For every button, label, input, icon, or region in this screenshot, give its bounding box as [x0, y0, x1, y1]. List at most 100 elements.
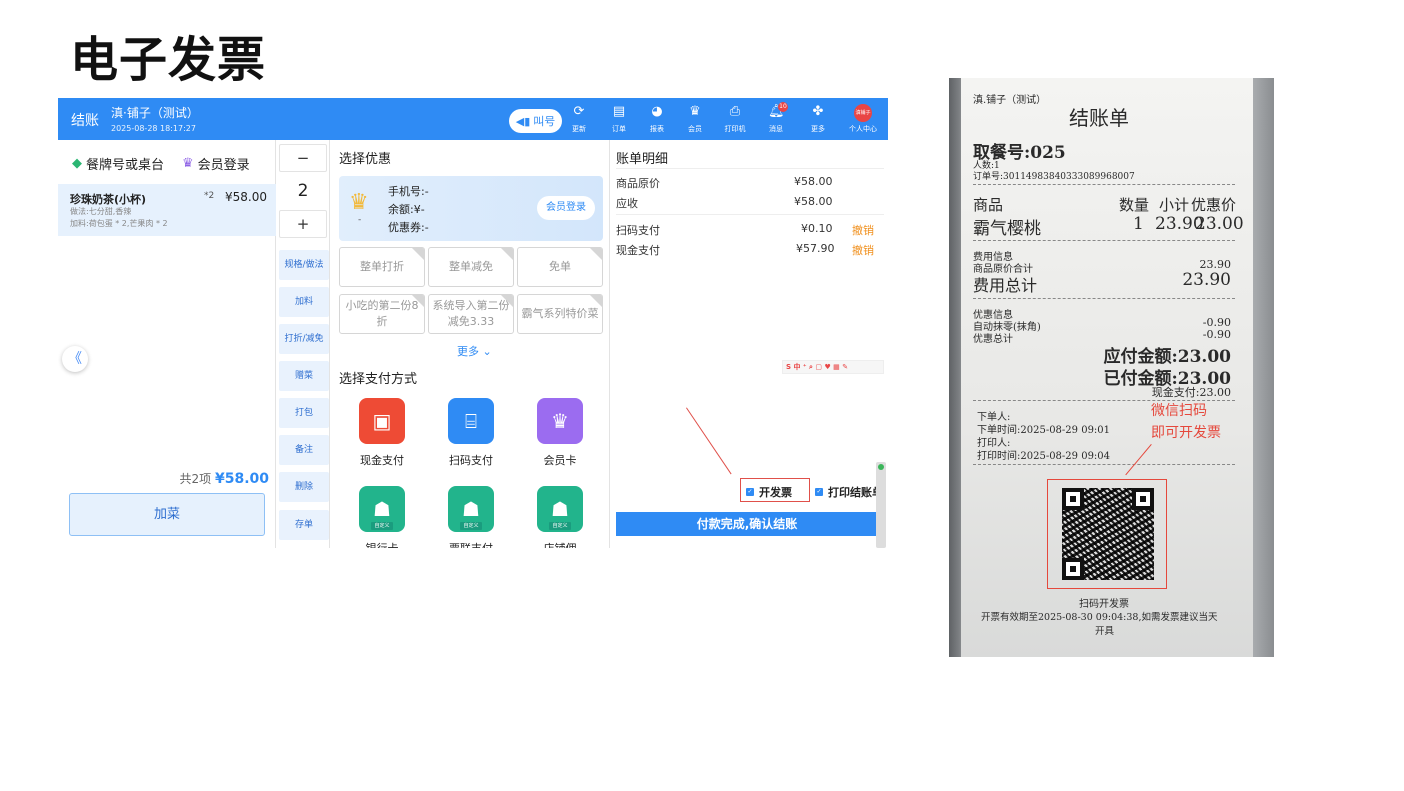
- member-balance: 余额:¥-: [388, 203, 425, 216]
- bill-panel: 账单明细 商品原价 ¥58.00 应收 ¥58.00 扫码支付 ¥0.10 撤销…: [610, 140, 888, 548]
- more-promo-link[interactable]: 更多 ⌄: [457, 343, 492, 359]
- addon-button[interactable]: 加料: [279, 287, 329, 317]
- bill-row-payment: 现金支付 ¥57.90 撤销: [616, 242, 876, 258]
- bill-value: ¥0.10: [801, 222, 833, 235]
- annotation-arrow: [686, 407, 732, 475]
- header-printer-button[interactable]: ⎙ 打印机: [720, 104, 750, 136]
- header-member-button[interactable]: ♛ 会员: [680, 104, 710, 136]
- header-order-button[interactable]: ▤ 订单: [604, 104, 634, 136]
- call-number-button[interactable]: ◀▮ 叫号: [509, 109, 562, 133]
- collapse-icon[interactable]: 《: [62, 346, 88, 372]
- pay-cash-button[interactable]: ▣ 现金支付: [347, 398, 417, 468]
- custom-tag: 自定义: [371, 522, 393, 530]
- bill-row-original: 商品原价 ¥58.00: [616, 175, 876, 191]
- crown-icon: ♛: [537, 398, 583, 444]
- header-report-button[interactable]: ◕ 报表: [642, 104, 672, 136]
- divider: [973, 240, 1235, 241]
- pos-header: 结账 滇·铺子（测试） 2025-08-28 18:17:27 ◀▮ 叫号 ⟳ …: [58, 98, 888, 140]
- spec-button[interactable]: 规格/做法: [279, 250, 329, 280]
- pack-button[interactable]: 打包: [279, 398, 329, 428]
- pay-label: 银行卡: [347, 540, 417, 548]
- bill-row-receivable: 应收 ¥58.00: [616, 195, 876, 211]
- item-addons: 加料:荷包蛋 * 2,芒果肉 * 2: [70, 219, 168, 228]
- speaker-icon: ◀▮: [515, 114, 531, 128]
- header-more-button[interactable]: ✤ 更多: [803, 104, 833, 136]
- add-dish-button[interactable]: 加菜: [69, 493, 265, 536]
- ime-toolbar[interactable]: S 中 ⁺ ⌕ ▢ ♥ ▦ ✎: [782, 360, 884, 374]
- print-bill-checkbox[interactable]: ✓ 打印结账单: [815, 484, 883, 500]
- pay-custom-button[interactable]: ☗自定义 票联支付: [436, 486, 506, 548]
- invoice-checkbox-label: 开发票: [759, 486, 792, 499]
- qr-marker: [1132, 488, 1154, 510]
- qty-plus-button[interactable]: +: [279, 210, 327, 238]
- item-actions-panel: − 2 + 规格/做法 加料 打折/减免 赠菜 打包 备注 删除 存单: [276, 140, 330, 548]
- promo-option[interactable]: 系统导入第二份减免3.33: [428, 294, 514, 334]
- cancel-payment-button[interactable]: 撤销: [852, 242, 874, 258]
- annotation-wechat-scan: 微信扫码: [1151, 402, 1207, 418]
- qr-highlight-box: [1047, 479, 1167, 589]
- item-qty: *2: [204, 191, 215, 201]
- money-bag-icon: ☗ 自定义: [448, 486, 494, 532]
- header-icon-label: 更新: [572, 125, 586, 133]
- promo-option[interactable]: 小吃的第二份8折: [339, 294, 425, 334]
- qr-code-icon[interactable]: [1062, 488, 1154, 580]
- invoice-checkbox[interactable]: ✓ 开发票: [746, 484, 792, 500]
- bill-label: 应收: [616, 197, 638, 210]
- header-icon-label: 订单: [612, 125, 626, 133]
- pos-screen: 结账 滇·铺子（测试） 2025-08-28 18:17:27 ◀▮ 叫号 ⟳ …: [58, 98, 888, 548]
- crown-icon: ♛: [349, 190, 369, 215]
- pay-member-card-button[interactable]: ♛ 会员卡: [525, 398, 595, 468]
- pay-custom-button[interactable]: ☗自定义 店铺佣: [525, 486, 595, 548]
- receipt-photo: 滇.铺子（测试） 结账单 取餐号:025 人数:1 订单号:3011498384…: [949, 78, 1274, 657]
- receipt-shop: 滇.铺子（测试）: [973, 95, 1047, 106]
- more-icon: ✤: [812, 104, 824, 119]
- member-login-button[interactable]: ♛ 会员登录: [182, 154, 250, 173]
- gift-button[interactable]: 赠菜: [279, 361, 329, 391]
- promo-option[interactable]: 整单减免: [428, 247, 514, 287]
- pay-label: 会员卡: [543, 454, 577, 467]
- header-icon-label: 个人中心: [849, 125, 877, 133]
- table-select-button[interactable]: ◆ 餐牌号或桌台: [72, 154, 164, 173]
- header-refresh-button[interactable]: ⟳ 更新: [564, 104, 594, 136]
- header-icon-label: 报表: [650, 125, 664, 133]
- delete-button[interactable]: 删除: [279, 472, 329, 502]
- promo-option[interactable]: 免单: [517, 247, 603, 287]
- save-order-button[interactable]: 存单: [279, 510, 329, 540]
- ime-toolbar-label: S 中 ⁺ ⌕ ▢ ♥ ▦ ✎: [786, 363, 849, 371]
- more-promo-label: 更多: [457, 345, 479, 358]
- custom-tag: 自定义: [460, 522, 482, 530]
- floating-toolbar[interactable]: [876, 462, 886, 548]
- promo-option[interactable]: 霸气系列特价菜: [517, 294, 603, 334]
- pay-scan-button[interactable]: ⌸ 扫码支付: [436, 398, 506, 468]
- note-button[interactable]: 备注: [279, 435, 329, 465]
- avatar-icon: 滇铺子: [854, 104, 872, 122]
- divider: [616, 168, 884, 169]
- order-total: 共2项 ¥58.00: [180, 470, 270, 487]
- pay-label: 现金支付: [360, 454, 404, 467]
- qty-minus-button[interactable]: −: [279, 144, 327, 172]
- discount-button[interactable]: 打折/减免: [279, 324, 329, 354]
- receipt-print-time: 打印时间:2025-08-29 09:04: [977, 451, 1111, 462]
- confirm-checkout-button[interactable]: 付款完成,确认结账: [616, 512, 878, 536]
- item-name: 珍珠奶茶(小杯): [70, 193, 147, 206]
- total-count: 共2项: [179, 472, 212, 486]
- header-profile-button[interactable]: 滇铺子 个人中心: [848, 104, 878, 136]
- table-member-row: ◆ 餐牌号或桌台 ♛ 会员登录: [72, 154, 250, 173]
- shop-name[interactable]: 滇·铺子（测试）: [111, 104, 199, 121]
- member-login-label: 会员登录: [197, 158, 250, 173]
- cancel-payment-button[interactable]: 撤销: [852, 222, 874, 238]
- header-message-button[interactable]: 🔔︎ 10 消息: [761, 102, 791, 136]
- annotation-arrow: [1125, 444, 1152, 476]
- order-list-item[interactable]: 珍珠奶茶(小杯) *2 ¥58.00 做法:七分甜,香辣 加料:荷包蛋 * 2,…: [58, 184, 276, 236]
- receipt-col-subtotal: 小计: [1159, 196, 1190, 214]
- pay-label: 扫码支付: [449, 454, 493, 467]
- printer-icon: ⎙: [729, 104, 741, 119]
- member-card-login-button[interactable]: 会员登录: [537, 196, 595, 220]
- scan-icon: ⌸: [448, 398, 494, 444]
- receipt-cash: 现金支付:23.00: [1151, 386, 1231, 399]
- receipt-fee-total-value: 23.90: [1182, 270, 1231, 290]
- pay-custom-button[interactable]: ☗自定义 银行卡: [347, 486, 417, 548]
- slide-title: 电子发票: [70, 32, 267, 88]
- receipt-col-discount: 优惠价: [1191, 196, 1237, 214]
- promo-option[interactable]: 整单打折: [339, 247, 425, 287]
